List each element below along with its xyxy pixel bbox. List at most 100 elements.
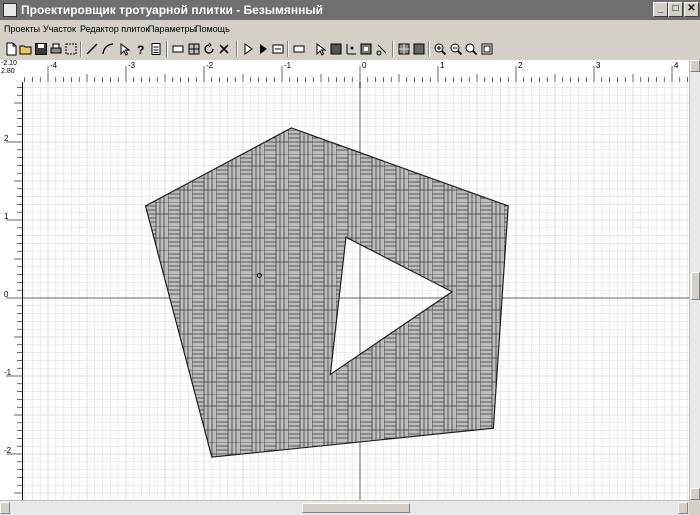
select-area-button[interactable] [63, 41, 79, 57]
tile-outline-icon [293, 45, 305, 53]
delete-icon [219, 44, 229, 54]
scroll-up-button[interactable] [690, 60, 700, 72]
draw-arc-icon [102, 43, 114, 55]
horizontal-ruler: -4 -3 -2 -1 0 1 2 3 4 [22, 60, 689, 83]
corner-y-readout: 2.80 [1, 68, 15, 75]
select-node-icon [316, 43, 327, 56]
ruler-x-label: -3 [128, 61, 136, 70]
toolbar-separator [287, 41, 289, 57]
select-pointer-icon [120, 43, 131, 56]
rectangle-icon [172, 45, 184, 53]
vertical-ruler-scale: 2 1 0 -1 -2 [4, 87, 22, 494]
tile-pattern-button[interactable] [186, 41, 202, 57]
toolbar-separator [392, 41, 394, 57]
node-axes-icon [346, 44, 356, 55]
vertical-ruler: 2 1 0 -1 -2 [0, 82, 23, 500]
ruler-y-label: -1 [4, 368, 12, 377]
window-title: Проектировщик тротуарной плитки - Безымя… [21, 3, 324, 17]
toolbar-separator [166, 41, 168, 57]
ruler-y-label: 0 [4, 290, 9, 299]
cut-node-button[interactable] [374, 41, 390, 57]
save-project-button[interactable] [33, 41, 49, 57]
menu-help[interactable]: Помощь [195, 24, 230, 34]
zoom-fit-button[interactable] [479, 41, 495, 57]
ruler-x-label: -1 [284, 61, 292, 70]
tile-fill-icon [413, 43, 425, 55]
scroll-down-button[interactable] [690, 488, 700, 500]
zoom-in-icon [434, 43, 447, 56]
delete-button[interactable] [216, 41, 232, 57]
corner-x-readout: -2.10 [1, 60, 17, 67]
fill-square-button[interactable] [328, 41, 344, 57]
open-project-button[interactable] [18, 41, 34, 57]
scroll-right-button[interactable] [678, 502, 688, 514]
ruler-x-label: -2 [206, 61, 214, 70]
print-icon [50, 43, 62, 54]
draw-line-icon [86, 43, 98, 55]
menu-tile-editor[interactable]: Редактор плиток [80, 24, 149, 34]
calculator-icon [151, 43, 161, 55]
fill-node-icon [360, 43, 372, 55]
ruler-x-label: 1 [440, 61, 445, 70]
draw-line-button[interactable] [84, 41, 100, 57]
new-project-button[interactable] [3, 41, 19, 57]
pointer-outline-icon [244, 43, 253, 55]
tile-outline-button[interactable] [291, 41, 307, 57]
drawing-canvas[interactable] [23, 82, 689, 500]
node-axes-button[interactable] [343, 41, 359, 57]
select-node-button[interactable] [312, 41, 328, 57]
ruler-y-label: 1 [4, 212, 9, 221]
drawing-canvas-svg[interactable] [23, 82, 689, 500]
menu-site[interactable]: Участок [43, 24, 76, 34]
open-project-icon [19, 45, 32, 55]
size-grip [689, 500, 700, 515]
fit-width-button[interactable] [270, 41, 286, 57]
menu-parameters[interactable]: Параметры [148, 24, 196, 34]
ruler-y-label: 2 [4, 134, 9, 143]
close-button[interactable]: ✕ [684, 2, 699, 17]
rotate-button[interactable] [201, 41, 217, 57]
zoom-button[interactable] [463, 41, 479, 57]
scroll-left-button[interactable] [0, 502, 10, 514]
menu-projects[interactable]: Проекты [4, 24, 40, 34]
menu-bar: Проекты Участок Редактор плиток Параметр… [0, 20, 700, 38]
toolbar-separator [80, 41, 82, 57]
cut-node-icon [376, 44, 387, 56]
horizontal-scroll-thumb[interactable] [302, 503, 410, 513]
fill-square-icon [330, 43, 342, 55]
zoom-fit-icon [481, 43, 493, 55]
calculator-button[interactable] [148, 41, 164, 57]
pointer-outline-button[interactable] [240, 41, 256, 57]
tile-fill-button[interactable] [411, 41, 427, 57]
horizontal-ruler-scale: -4 -3 -2 -1 0 1 2 3 4 [24, 61, 688, 82]
zoom-out-button[interactable] [448, 41, 464, 57]
app-icon [3, 3, 17, 17]
zoom-in-button[interactable] [432, 41, 448, 57]
pointer-filled-button[interactable] [255, 41, 271, 57]
rotate-icon [204, 42, 214, 54]
vertical-scrollbar[interactable] [689, 60, 700, 500]
minimize-button[interactable]: _ [653, 2, 668, 17]
toolbar-separator [236, 41, 238, 57]
horizontal-scrollbar[interactable] [0, 500, 689, 515]
ruler-x-label: 3 [596, 61, 601, 70]
vertical-scroll-thumb[interactable] [691, 272, 700, 300]
tile-grid-icon [398, 43, 410, 55]
select-pointer-button[interactable] [116, 41, 132, 57]
toolbar-separator [428, 41, 430, 57]
svg-text:?: ? [137, 43, 144, 56]
ruler-y-label: -2 [4, 446, 12, 455]
zoom-icon [465, 43, 478, 56]
new-project-icon [6, 42, 17, 56]
print-button[interactable] [48, 41, 64, 57]
draw-arc-button[interactable] [100, 41, 116, 57]
help-button[interactable]: ? [132, 41, 148, 57]
fill-node-button[interactable] [358, 41, 374, 57]
zoom-out-icon [450, 43, 463, 56]
ruler-x-label: 0 [362, 61, 367, 70]
tile-grid-button[interactable] [396, 41, 412, 57]
rectangle-button[interactable] [170, 41, 186, 57]
maximize-button[interactable]: □ [668, 2, 683, 17]
ruler-corner: -2.10 2.80 [0, 60, 22, 82]
fit-width-icon [272, 44, 284, 54]
